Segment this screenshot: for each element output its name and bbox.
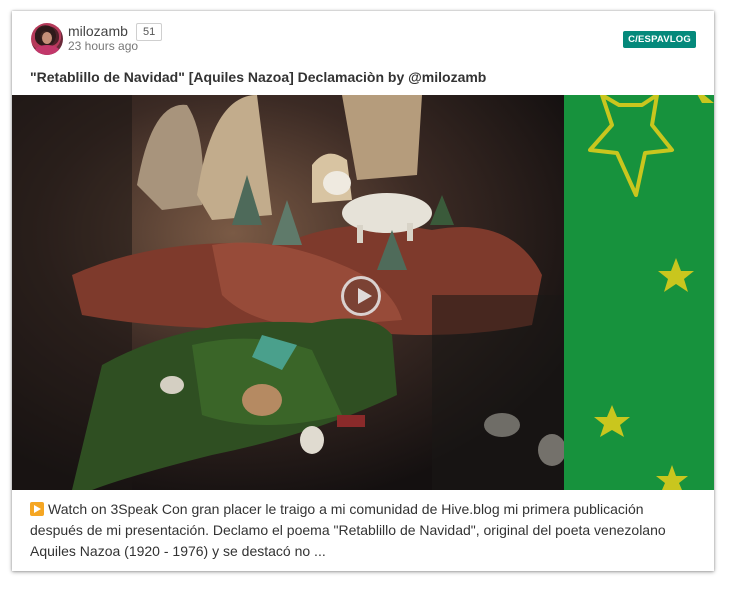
author-avatar[interactable] <box>31 23 63 55</box>
author-username[interactable]: milozamb <box>68 23 128 39</box>
post-excerpt-text: Watch on 3Speak Con gran placer le traig… <box>30 501 666 559</box>
post-card[interactable]: milozamb 51 23 hours ago C/ESPAVLOG "Ret… <box>12 11 714 571</box>
post-excerpt[interactable]: Watch on 3Speak Con gran placer le traig… <box>30 499 700 562</box>
community-tag[interactable]: C/ESPAVLOG <box>623 31 696 48</box>
post-title[interactable]: "Retablillo de Navidad" [Aquiles Nazoa] … <box>30 69 486 85</box>
post-timestamp[interactable]: 23 hours ago <box>68 39 138 53</box>
play-circle-icon[interactable] <box>341 276 381 316</box>
video-thumbnail[interactable] <box>12 95 714 490</box>
reputation-badge: 51 <box>136 23 163 41</box>
play-button-emoji-icon <box>30 502 44 516</box>
